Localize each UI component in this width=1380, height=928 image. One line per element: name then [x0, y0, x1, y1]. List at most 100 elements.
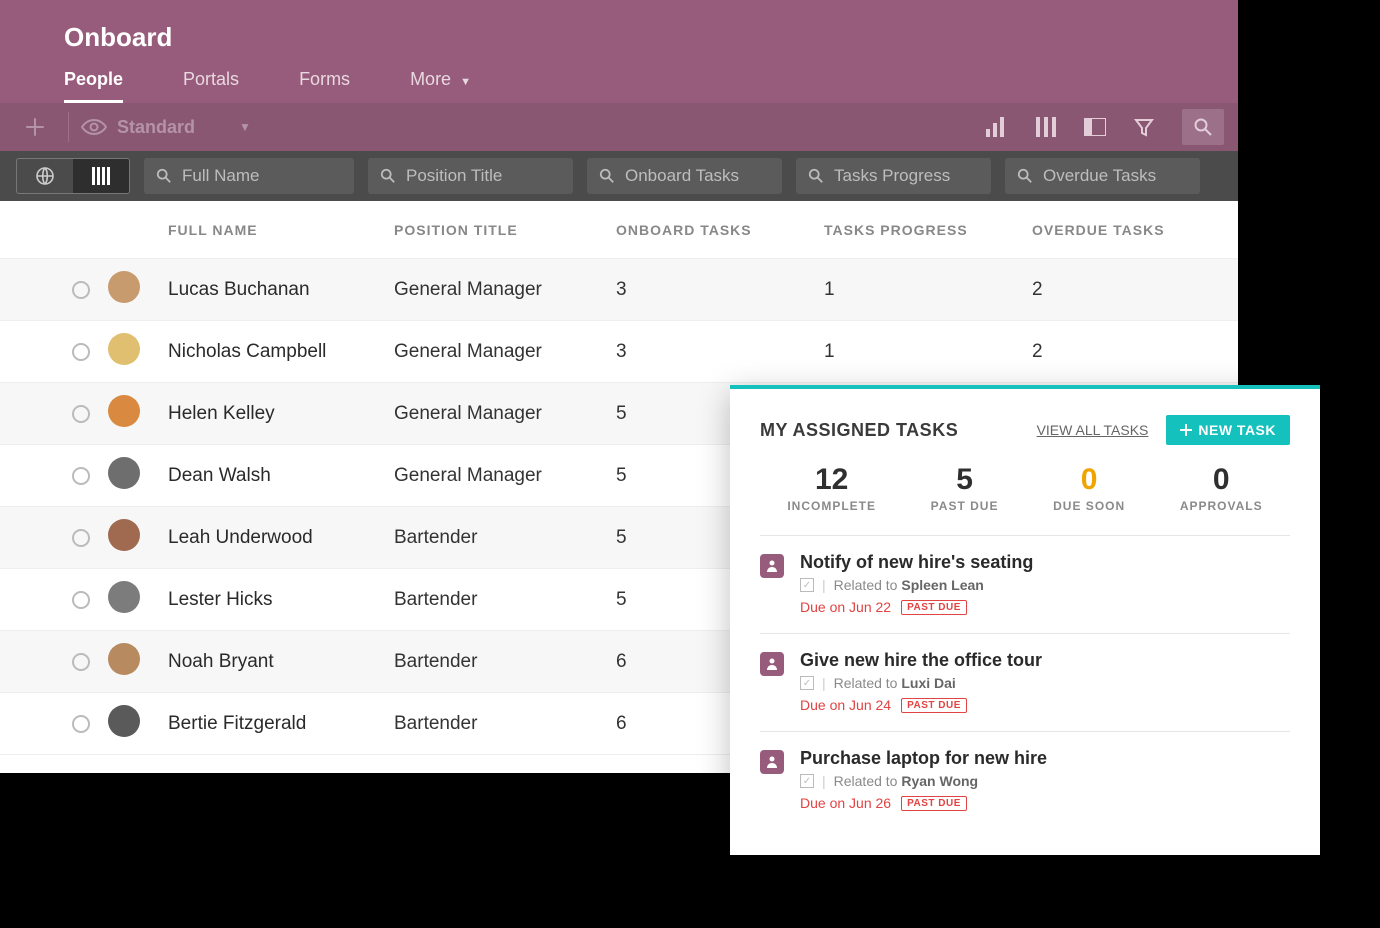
avatar [108, 395, 140, 427]
stat-label: APPROVALS [1180, 499, 1263, 513]
stat-block[interactable]: 0 DUE SOON [1053, 463, 1125, 513]
task-item[interactable]: Purchase laptop for new hire ✓ | Related… [760, 731, 1290, 829]
task-due: Due on Jun 22 PAST DUE [800, 599, 1033, 615]
cell-position: Bartender [394, 527, 616, 549]
filter-position-title[interactable]: Position Title [368, 158, 573, 194]
add-button[interactable] [14, 117, 56, 137]
avatar [108, 271, 140, 303]
tasks-panel-header: MY ASSIGNED TASKS VIEW ALL TASKS NEW TAS… [760, 415, 1290, 445]
avatar [108, 333, 140, 365]
row-select-radio[interactable] [72, 343, 90, 361]
columns-icon[interactable] [1036, 117, 1056, 137]
past-due-badge: PAST DUE [901, 698, 967, 713]
col-onboard-tasks[interactable]: ONBOARD TASKS [616, 222, 824, 238]
tasks-panel: MY ASSIGNED TASKS VIEW ALL TASKS NEW TAS… [730, 385, 1320, 855]
row-select-radio[interactable] [72, 467, 90, 485]
cell-overdue-tasks: 2 [1032, 341, 1238, 363]
cell-position: General Manager [394, 279, 616, 301]
task-related: ✓ | Related to Ryan Wong [800, 773, 1047, 789]
col-full-name[interactable]: FULL NAME [168, 222, 394, 238]
row-select-radio[interactable] [72, 281, 90, 299]
cell-position: General Manager [394, 403, 616, 425]
plus-icon [1180, 424, 1192, 436]
task-due: Due on Jun 24 PAST DUE [800, 697, 1042, 713]
tab-portals[interactable]: Portals [183, 69, 239, 103]
row-select-radio[interactable] [72, 529, 90, 547]
checkbox-icon[interactable]: ✓ [800, 676, 814, 690]
search-icon [599, 168, 615, 184]
tasks-list: Notify of new hire's seating ✓ | Related… [760, 535, 1290, 829]
filter-overdue-tasks[interactable]: Overdue Tasks [1005, 158, 1200, 194]
task-due: Due on Jun 26 PAST DUE [800, 795, 1047, 811]
view-mode-segment [16, 158, 130, 194]
eye-icon [81, 118, 107, 136]
cell-onboard-tasks: 3 [616, 279, 824, 301]
globe-view-toggle[interactable] [17, 159, 73, 193]
checkbox-icon[interactable]: ✓ [800, 774, 814, 788]
tab-more[interactable]: More ▼ [410, 69, 471, 103]
task-item[interactable]: Give new hire the office tour ✓ | Relate… [760, 633, 1290, 731]
avatar [108, 643, 140, 675]
search-icon [808, 168, 824, 184]
tabs: People Portals Forms More ▼ [0, 59, 1238, 103]
page-title: Onboard [0, 14, 1238, 59]
filter-placeholder: Overdue Tasks [1043, 166, 1156, 186]
stat-number: 0 [1180, 463, 1263, 497]
stat-block[interactable]: 12 INCOMPLETE [787, 463, 876, 513]
col-position-title[interactable]: POSITION TITLE [394, 222, 616, 238]
divider [68, 112, 69, 142]
view-all-tasks-link[interactable]: VIEW ALL TASKS [1037, 422, 1149, 438]
view-name: Standard [117, 117, 195, 138]
cell-onboard-tasks: 3 [616, 341, 824, 363]
col-tasks-progress[interactable]: TASKS PROGRESS [824, 222, 1032, 238]
filter-full-name[interactable]: Full Name [144, 158, 354, 194]
task-title: Notify of new hire's seating [800, 552, 1033, 573]
caret-down-icon: ▼ [239, 120, 251, 134]
toolbar: Standard ▼ [0, 103, 1238, 151]
filter-placeholder: Position Title [406, 166, 502, 186]
tab-people[interactable]: People [64, 69, 123, 103]
stat-number: 5 [931, 463, 999, 497]
search-icon [156, 168, 172, 184]
tasks-panel-title: MY ASSIGNED TASKS [760, 420, 1019, 441]
task-type-icon [760, 652, 784, 676]
stat-block[interactable]: 5 PAST DUE [931, 463, 999, 513]
tab-forms[interactable]: Forms [299, 69, 350, 103]
avatar [108, 705, 140, 737]
filter-icon[interactable] [1134, 117, 1154, 137]
filter-tasks-progress[interactable]: Tasks Progress [796, 158, 991, 194]
cell-full-name: Lester Hicks [168, 589, 394, 611]
card-icon[interactable] [1084, 118, 1106, 136]
task-title: Give new hire the office tour [800, 650, 1042, 671]
cell-overdue-tasks: 2 [1032, 279, 1238, 301]
stat-block[interactable]: 0 APPROVALS [1180, 463, 1263, 513]
cell-tasks-progress: 1 [824, 279, 1032, 301]
search-icon [1194, 118, 1212, 136]
new-task-button[interactable]: NEW TASK [1166, 415, 1290, 445]
stat-number: 12 [787, 463, 876, 497]
search-button[interactable] [1182, 109, 1224, 145]
caret-down-icon: ▼ [460, 76, 471, 88]
task-item[interactable]: Notify of new hire's seating ✓ | Related… [760, 535, 1290, 633]
table-header: FULL NAME POSITION TITLE ONBOARD TASKS T… [0, 201, 1238, 259]
stat-label: INCOMPLETE [787, 499, 876, 513]
list-view-toggle[interactable] [73, 159, 129, 193]
cell-position: General Manager [394, 465, 616, 487]
tab-more-label: More [410, 69, 451, 89]
row-select-radio[interactable] [72, 715, 90, 733]
plus-icon [25, 117, 45, 137]
filter-onboard-tasks[interactable]: Onboard Tasks [587, 158, 782, 194]
row-select-radio[interactable] [72, 405, 90, 423]
stat-label: DUE SOON [1053, 499, 1125, 513]
task-type-icon [760, 750, 784, 774]
table-row[interactable]: Lucas Buchanan General Manager 3 1 2 [0, 259, 1238, 321]
col-overdue-tasks[interactable]: OVERDUE TASKS [1032, 222, 1238, 238]
header: Onboard People Portals Forms More ▼ [0, 0, 1238, 103]
checkbox-icon[interactable]: ✓ [800, 578, 814, 592]
view-selector[interactable]: Standard ▼ [81, 117, 986, 138]
row-select-radio[interactable] [72, 653, 90, 671]
row-select-radio[interactable] [72, 591, 90, 609]
globe-icon [35, 166, 55, 186]
table-row[interactable]: Nicholas Campbell General Manager 3 1 2 [0, 321, 1238, 383]
bar-chart-icon[interactable] [986, 117, 1008, 137]
